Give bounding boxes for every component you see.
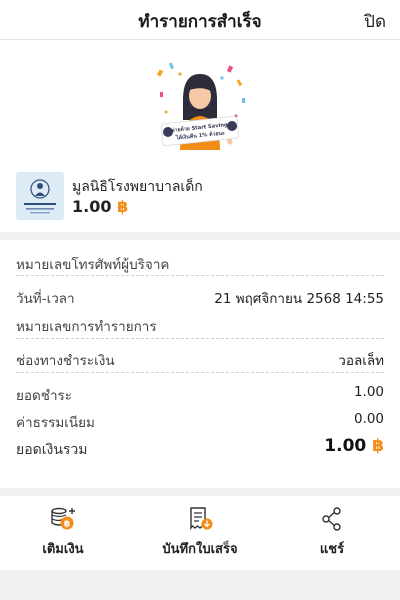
save-receipt-button[interactable]: บันทึกใบเสร็จ (145, 506, 255, 566)
fee-row: ค่าธรรมเนียม 0.00 (16, 404, 384, 434)
row-separator (16, 372, 384, 373)
payment-channel-label: ช่องทางชำระเงิน (16, 353, 115, 369)
topup-button[interactable]: ฿ เติมเงิน (8, 506, 118, 566)
payment-channel-row: ช่องทางชำระเงิน วอลเล็ท (16, 342, 384, 372)
success-illustration: จ่ายด้วย Start Saving ได้เงินคืน 1% ด้วย… (150, 58, 250, 158)
page-title: ทำรายการสำเร็จ (138, 12, 262, 32)
datetime-value: 21 พฤศจิกายน 2568 14:55 (214, 291, 384, 307)
txn-id-label: หมายเลขการทำรายการ (16, 319, 157, 335)
coins-plus-icon: ฿ (51, 507, 75, 530)
pay-amount-row: ยอดชำระ 1.00 (16, 377, 384, 407)
merchant-logo (16, 172, 64, 220)
share-label: แชร์ (319, 542, 345, 557)
success-illustration-graphic: จ่ายด้วย Start Saving ได้เงินคืน 1% ด้วย… (156, 62, 245, 150)
payment-channel-value: วอลเล็ท (338, 353, 384, 369)
receipt-download-icon (190, 507, 213, 531)
merchant-name: มูลนิธิโรงพยาบาลเด็ก (72, 179, 203, 195)
share-button[interactable]: แชร์ (277, 506, 387, 566)
pay-amount-label: ยอดชำระ (16, 388, 73, 404)
row-separator (16, 275, 384, 276)
merchant-summary: มูลนิธิโรงพยาบาลเด็ก 1.00 ฿ (16, 172, 386, 222)
merchant-amount-value: 1.00 (72, 197, 112, 216)
save-receipt-label: บันทึกใบเสร็จ (162, 542, 238, 557)
txn-id-row: หมายเลขการทำรายการ (16, 308, 384, 338)
header-bar: ทำรายการสำเร็จ ปิด (0, 0, 400, 40)
datetime-row: วันที่-เวลา 21 พฤศจิกายน 2568 14:55 (16, 280, 384, 310)
close-button[interactable]: ปิด (364, 8, 386, 35)
row-separator (16, 338, 384, 339)
share-icon (322, 507, 341, 531)
section-divider (0, 232, 400, 240)
total-label: ยอดเงินรวม (16, 442, 88, 458)
fee-value: 0.00 (353, 411, 384, 427)
action-bar: ฿ เติมเงิน บันทึกใบเสร็จ แชร์ (0, 496, 400, 570)
topup-label: เติมเงิน (42, 542, 84, 557)
total-amount: 1.00 ฿ (324, 436, 384, 456)
donor-phone-row: หมายเลขโทรศัพท์ผู้บริจาค (16, 246, 384, 276)
fee-label: ค่าธรรมเนียม (16, 415, 95, 431)
hospital-foundation-logo-icon (24, 179, 56, 214)
total-row: ยอดเงินรวม 1.00 ฿ (16, 432, 384, 462)
datetime-label: วันที่-เวลา (16, 291, 75, 307)
merchant-amount: 1.00 ฿ (72, 197, 128, 216)
pay-amount-value: 1.00 (353, 384, 384, 400)
baht-icon: ฿ (372, 436, 384, 456)
svg-text:฿: ฿ (64, 520, 70, 530)
donor-phone-label: หมายเลขโทรศัพท์ผู้บริจาค (16, 257, 170, 273)
total-value: 1.00 (324, 436, 367, 456)
baht-icon: ฿ (117, 197, 129, 216)
